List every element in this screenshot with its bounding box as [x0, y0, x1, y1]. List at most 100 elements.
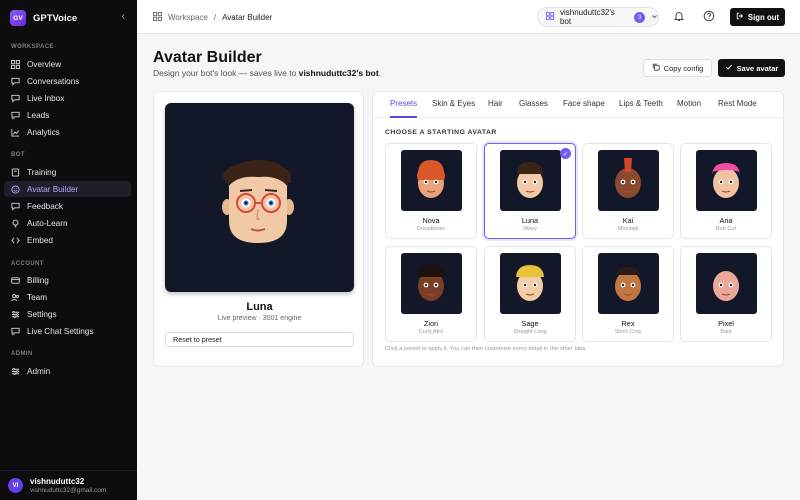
grid-icon [11, 59, 20, 69]
sidebar-item-live-inbox[interactable]: Live Inbox [4, 90, 131, 106]
preset-card-sage[interactable]: Sage Straight Long [484, 246, 576, 342]
copy-icon [652, 63, 660, 73]
preset-thumbnail [598, 253, 659, 314]
subtitle-prefix: Design your bot's look — saves live to [153, 68, 299, 78]
brand-logo: GV [10, 10, 26, 26]
preset-thumbnail [696, 150, 757, 211]
preset-thumbnail [696, 253, 757, 314]
section-label-bot: BOT [11, 152, 25, 158]
avatar-preview-image [222, 160, 294, 243]
copy-config-label: Copy config [663, 63, 704, 73]
preset-card-nova[interactable]: Nova Dreadlocks [385, 143, 477, 239]
sign-out-label: Sign out [747, 12, 780, 22]
book-icon [11, 167, 20, 177]
preset-thumbnail [401, 253, 462, 314]
sidebar-item-admin[interactable]: Admin [4, 363, 131, 379]
tab-presets[interactable]: Presets [390, 99, 418, 118]
sidebar-item-label: Leads [27, 110, 50, 120]
sidebar-item-label: Conversations [27, 76, 80, 86]
chat-bubble-icon [11, 77, 20, 86]
reset-to-preset-button[interactable]: Reset to preset [165, 332, 354, 347]
preset-grid-title: CHOOSE A STARTING AVATAR [385, 129, 497, 136]
chart-line-icon [11, 128, 20, 137]
sidebar-item-billing[interactable]: Billing [4, 272, 131, 288]
user-account[interactable]: VI vishnuduttc32 vishnuduttc32@gmail.com [0, 470, 137, 500]
sidebar-item-conversations[interactable]: Conversations [4, 73, 131, 89]
sidebar-item-label: Admin [27, 366, 51, 376]
preset-card-pixel[interactable]: Pixel Bald [680, 246, 772, 342]
sign-out-button[interactable]: Sign out [730, 8, 785, 26]
help-icon[interactable] [703, 10, 715, 22]
avatar-editor-card: Presets Skin & Eyes Hair Glasses Face sh… [372, 91, 784, 367]
tab-motion[interactable]: Motion [677, 99, 701, 118]
sliders-icon [11, 367, 20, 376]
bot-selector[interactable]: vishnuduttc32's bot 3 [537, 7, 659, 27]
preset-style: Curly Afro [418, 329, 444, 335]
sidebar-item-training[interactable]: Training [4, 164, 131, 180]
preset-name: Rex [621, 319, 635, 328]
preset-card-aria[interactable]: Aria Bob Cut [680, 143, 772, 239]
preset-style: Wavy [523, 226, 537, 232]
sidebar-item-analytics[interactable]: Analytics [4, 124, 131, 140]
breadcrumb-workspace[interactable]: Workspace [168, 13, 208, 22]
tab-face-shape[interactable]: Face shape [563, 99, 605, 118]
preset-card-luna[interactable]: Luna Wavy ✓ [484, 143, 576, 239]
sidebar-item-leads[interactable]: Leads [4, 107, 131, 123]
sidebar-item-label: Live Chat Settings [27, 326, 94, 336]
sidebar-item-label: Settings [27, 309, 57, 319]
subtitle-bot-name: vishnuduttc32's bot [298, 68, 379, 78]
preset-hint: Click a preset to apply it. You can then… [385, 346, 588, 352]
breadcrumb-current: Avatar Builder [222, 13, 273, 22]
preset-name: Kai [622, 216, 634, 225]
sidebar-item-label: Avatar Builder [27, 184, 79, 194]
code-icon [11, 236, 20, 245]
save-avatar-button[interactable]: Save avatar [718, 59, 785, 77]
preset-card-zion[interactable]: Zion Curly Afro [385, 246, 477, 342]
preset-name: Zion [423, 319, 439, 328]
breadcrumb-separator: / [213, 13, 217, 22]
preview-avatar-name: Luna [246, 301, 273, 313]
preset-style: Short Crop [614, 329, 642, 335]
sidebar-item-overview[interactable]: Overview [4, 56, 131, 72]
preset-style: Mohawk [617, 226, 639, 232]
check-icon [725, 63, 733, 73]
chat-settings-icon [11, 327, 20, 336]
sidebar-item-avatar-builder[interactable]: Avatar Builder [4, 181, 131, 197]
subtitle-suffix: . [378, 68, 382, 78]
brand[interactable]: GV GPTVoice [10, 10, 77, 26]
section-label-account: ACCOUNT [11, 261, 44, 267]
sidebar-item-team[interactable]: Team [4, 289, 131, 305]
leads-icon [11, 111, 20, 120]
bell-icon[interactable] [673, 10, 685, 22]
sidebar-item-settings[interactable]: Settings [4, 306, 131, 322]
sidebar-item-label: Training [27, 167, 57, 177]
editor-tabs: Presets Skin & Eyes Hair Glasses Face sh… [373, 92, 783, 118]
sidebar-item-label: Billing [27, 275, 49, 285]
sidebar-item-live-chat-settings[interactable]: Live Chat Settings [4, 323, 131, 339]
tab-skin-eyes[interactable]: Skin & Eyes [432, 99, 475, 118]
selected-check-icon: ✓ [560, 148, 571, 159]
preset-card-rex[interactable]: Rex Short Crop [582, 246, 674, 342]
page-subtitle: Design your bot's look — saves live to v… [153, 68, 381, 78]
copy-config-button[interactable]: Copy config [643, 59, 712, 77]
tab-rest-mode[interactable]: Rest Mode [718, 99, 757, 118]
preview-meta: Live preview · 3001 engine [217, 315, 302, 322]
preset-thumbnail [500, 150, 561, 211]
tab-glasses[interactable]: Glasses [519, 99, 548, 118]
user-email: vishnuduttc32@gmail.com [30, 487, 107, 494]
sidebar-item-label: Overview [27, 59, 62, 69]
tab-lips-teeth[interactable]: Lips & Teeth [619, 99, 663, 118]
collapse-sidebar-icon[interactable]: ‹ [122, 11, 125, 22]
smiley-icon [11, 184, 20, 194]
sidebar-item-auto-learn[interactable]: Auto-Learn [4, 215, 131, 231]
preset-name: Sage [521, 319, 539, 328]
sidebar-item-embed[interactable]: Embed [4, 232, 131, 248]
section-label-workspace: WORKSPACE [11, 44, 54, 50]
preset-style: Bob Cut [715, 226, 737, 232]
preset-name: Nova [422, 216, 440, 225]
avatar-preview-card: Luna Live preview · 3001 engine Reset to… [153, 91, 364, 367]
save-avatar-label: Save avatar [736, 63, 779, 73]
preset-card-kai[interactable]: Kai Mohawk [582, 143, 674, 239]
sidebar-item-feedback[interactable]: Feedback [4, 198, 131, 214]
tab-hair[interactable]: Hair [488, 99, 503, 118]
